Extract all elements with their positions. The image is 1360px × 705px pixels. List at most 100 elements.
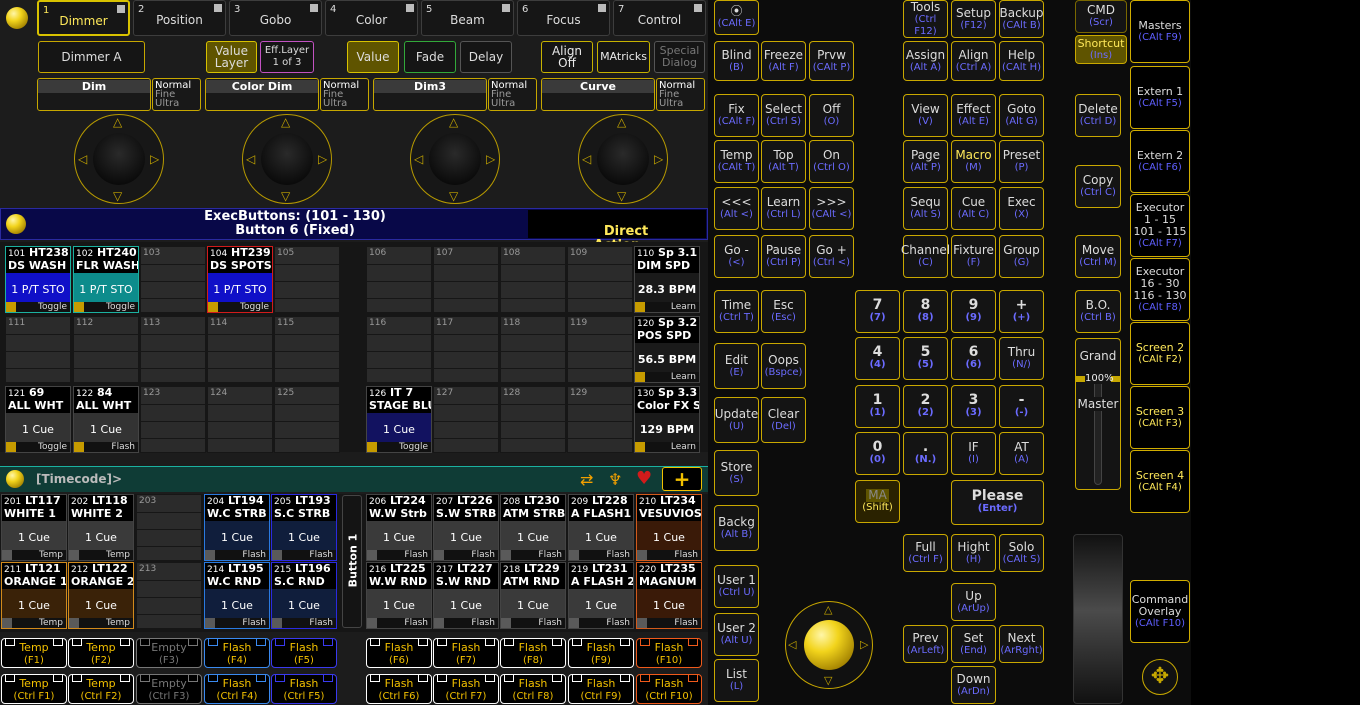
key-up[interactable]: Up (ArUp)	[951, 583, 996, 621]
key-user2[interactable]: User 2 (Alt U)	[714, 613, 759, 656]
fade-button[interactable]: Fade	[404, 41, 456, 73]
grand-master-fader[interactable]: Grand 100% Master	[1075, 338, 1121, 490]
key-macro[interactable]: Macro (M)	[951, 140, 996, 183]
key-select[interactable]: Select (Ctrl S)	[761, 94, 806, 137]
tab-beam[interactable]: 5 Beam	[421, 0, 514, 36]
key-clear[interactable]: Clear (Del)	[761, 397, 806, 443]
encoder-1-mode[interactable]: Normal Fine Ultra	[152, 78, 201, 111]
exec-cell-empty[interactable]: 127	[433, 386, 499, 453]
key-shortcut[interactable]: Shortcut (Ins)	[1075, 35, 1127, 64]
key-move[interactable]: Move (Ctrl M)	[1075, 235, 1121, 278]
exec-button[interactable]: 214 LT195 W.C RND 1 Cue Flash	[204, 562, 270, 629]
exec-button[interactable]: 102 HT240 FLR WASH 1 P/T STO Toggle	[73, 246, 139, 313]
exec-button[interactable]: 219 LT231 A FLASH 2 1 Cue Flash	[568, 562, 634, 629]
effect-layer-button[interactable]: Eff.Layer 1 of 3	[260, 41, 314, 73]
encoder-4-header[interactable]: Curve	[541, 78, 655, 111]
key-full[interactable]: Full (Ctrl F)	[903, 534, 948, 572]
encoder-4-mode[interactable]: Normal Fine Ultra	[656, 78, 705, 111]
key-kminus[interactable]: - (-)	[999, 385, 1044, 428]
key-group[interactable]: Group (G)	[999, 235, 1044, 278]
key-kplus[interactable]: + (+)	[999, 290, 1044, 333]
trackball[interactable]: △ ▽ ◁ ▷	[785, 601, 873, 689]
screen-executor1-button[interactable]: Executor 1 - 15 101 - 115 (CAlt F7)	[1130, 194, 1190, 257]
value-layer-button[interactable]: Value Layer	[206, 41, 257, 73]
exec-button[interactable]: 204 LT194 W.C STRB 1 Cue Flash	[204, 494, 270, 561]
exec-button[interactable]: 210 LT234 VESUVIOS 1 Cue Flash	[636, 494, 702, 561]
screen-masters-button[interactable]: Masters (CAlt F9)	[1130, 0, 1190, 63]
function-button-1-8[interactable]: Flash (F8)	[500, 638, 566, 668]
key-oops[interactable]: Oops (Bspce)	[761, 343, 806, 389]
exec-button[interactable]: 202 LT118 WHITE 2 1 Cue Temp	[68, 494, 134, 561]
encoder-3-knob[interactable]: △ ▽ ◁ ▷	[410, 114, 500, 204]
function-button-1-1[interactable]: Temp (F1)	[1, 638, 67, 668]
move-handle-icon[interactable]: ✥	[1142, 659, 1178, 695]
exec-button[interactable]: 208 LT230 ATM STRB 1 Cue Flash	[500, 494, 566, 561]
direct-action-button[interactable]: Direct Action	[528, 210, 706, 253]
key-ctl_e[interactable]: ⦿ (CAlt E)	[714, 0, 759, 35]
exec-cell-empty[interactable]: 129	[567, 386, 633, 453]
exec-button[interactable]: 206 LT224 W.W Strb 1 Cue Flash	[366, 494, 432, 561]
key-tools[interactable]: Tools (Ctrl F12)	[903, 0, 948, 38]
key-down[interactable]: Down (ArDn)	[951, 666, 996, 704]
function-button-1-9[interactable]: Flash (F9)	[568, 638, 634, 668]
exec-button[interactable]: 212 LT122 ORANGE 2 1 Cue Temp	[68, 562, 134, 629]
key-k0[interactable]: 0 (0)	[855, 432, 900, 475]
exec-cell-empty[interactable]: 125	[274, 386, 340, 453]
key-k8[interactable]: 8 (8)	[903, 290, 948, 333]
screen-screen3-button[interactable]: Screen 3 (CAlt F3)	[1130, 386, 1190, 449]
feature-selector[interactable]: Dimmer A	[38, 41, 145, 73]
swap-icon[interactable]: ⇄	[580, 470, 593, 489]
exec-button[interactable]: 220 LT235 MAGNUM 1 Cue Flash	[636, 562, 702, 629]
key-page[interactable]: Page (Alt P)	[903, 140, 948, 183]
function-button-2-10[interactable]: Flash (Ctrl F10)	[636, 674, 702, 704]
key-k4[interactable]: 4 (4)	[855, 337, 900, 380]
exec-button[interactable]: 126 IT 7 STAGE BLU 1 Cue Toggle	[366, 386, 432, 453]
exec-cell-empty[interactable]: 115	[274, 316, 340, 383]
key-k3[interactable]: 3 (3)	[951, 385, 996, 428]
key-pause[interactable]: Pause (Ctrl P)	[761, 235, 806, 278]
key-store[interactable]: Store (S)	[714, 450, 759, 496]
function-button-2-7[interactable]: Flash (Ctrl F7)	[433, 674, 499, 704]
exec-button[interactable]: 130 Sp 3.3 Color FX S 129 BPM Learn	[634, 386, 700, 453]
key-temp[interactable]: Temp (CAlt T)	[714, 140, 759, 183]
value-button[interactable]: Value	[347, 41, 399, 73]
key-user1[interactable]: User 1 (Ctrl U)	[714, 565, 759, 608]
key-gominus[interactable]: Go - (<)	[714, 235, 759, 278]
exec-cell-empty[interactable]: 213	[136, 562, 202, 629]
exec-cell-empty[interactable]: 109	[567, 246, 633, 313]
encoder-2-knob[interactable]: △ ▽ ◁ ▷	[242, 114, 332, 204]
tab-color[interactable]: 4 Color	[325, 0, 418, 36]
exec-button[interactable]: 201 LT117 WHITE 1 1 Cue Temp	[1, 494, 67, 561]
function-button-2-1[interactable]: Temp (Ctrl F1)	[1, 674, 67, 704]
function-button-2-6[interactable]: Flash (Ctrl F6)	[366, 674, 432, 704]
exec-button[interactable]: 101 HT238 DS WASH 1 P/T STO Toggle	[5, 246, 71, 313]
key-copy[interactable]: Copy (Ctrl C)	[1075, 165, 1121, 208]
key-bo[interactable]: B.O. (Ctrl B)	[1075, 290, 1121, 333]
function-button-1-7[interactable]: Flash (F7)	[433, 638, 499, 668]
key-kif[interactable]: IF (I)	[951, 432, 996, 475]
tab-gobo[interactable]: 3 Gobo	[229, 0, 322, 36]
key-fix[interactable]: Fix (CAlt F)	[714, 94, 759, 137]
tab-dimmer[interactable]: 1 Dimmer	[37, 0, 130, 36]
encoder-3-mode[interactable]: Normal Fine Ultra	[488, 78, 537, 111]
tab-control[interactable]: 7 Control	[613, 0, 706, 36]
exec-cell-empty[interactable]: 108	[500, 246, 566, 313]
key-setup[interactable]: Setup (F12)	[951, 0, 996, 38]
key-blind[interactable]: Blind (B)	[714, 41, 759, 81]
heart-icon[interactable]: ♥	[636, 468, 652, 489]
key-k2[interactable]: 2 (2)	[903, 385, 948, 428]
screen-extern2-button[interactable]: Extern 2 (CAlt F6)	[1130, 130, 1190, 193]
exec-button[interactable]: 211 LT121 ORANGE 1 1 Cue Temp	[1, 562, 67, 629]
align-button[interactable]: Align Off	[541, 41, 593, 73]
exec-button[interactable]: 218 LT229 ATM RND 1 Cue Flash	[500, 562, 566, 629]
exec-button[interactable]: 207 LT226 S.W STRB 1 Cue Flash	[433, 494, 499, 561]
exec-button[interactable]: 217 LT227 S.W RND 1 Cue Flash	[433, 562, 499, 629]
exec-cell-empty[interactable]: 106	[366, 246, 432, 313]
encoder-1-header[interactable]: Dim	[37, 78, 151, 111]
key-solo[interactable]: Solo (CAlt S)	[999, 534, 1044, 572]
function-button-2-2[interactable]: Temp (Ctrl F2)	[68, 674, 134, 704]
key-prev[interactable]: Prev (ArLeft)	[903, 625, 948, 663]
exec-button[interactable]: 110 Sp 3.1 DIM SPD 28.3 BPM Learn	[634, 246, 700, 313]
screen-executor2-button[interactable]: Executor 16 - 30 116 - 130 (CAlt F8)	[1130, 258, 1190, 321]
function-button-2-9[interactable]: Flash (Ctrl F9)	[568, 674, 634, 704]
